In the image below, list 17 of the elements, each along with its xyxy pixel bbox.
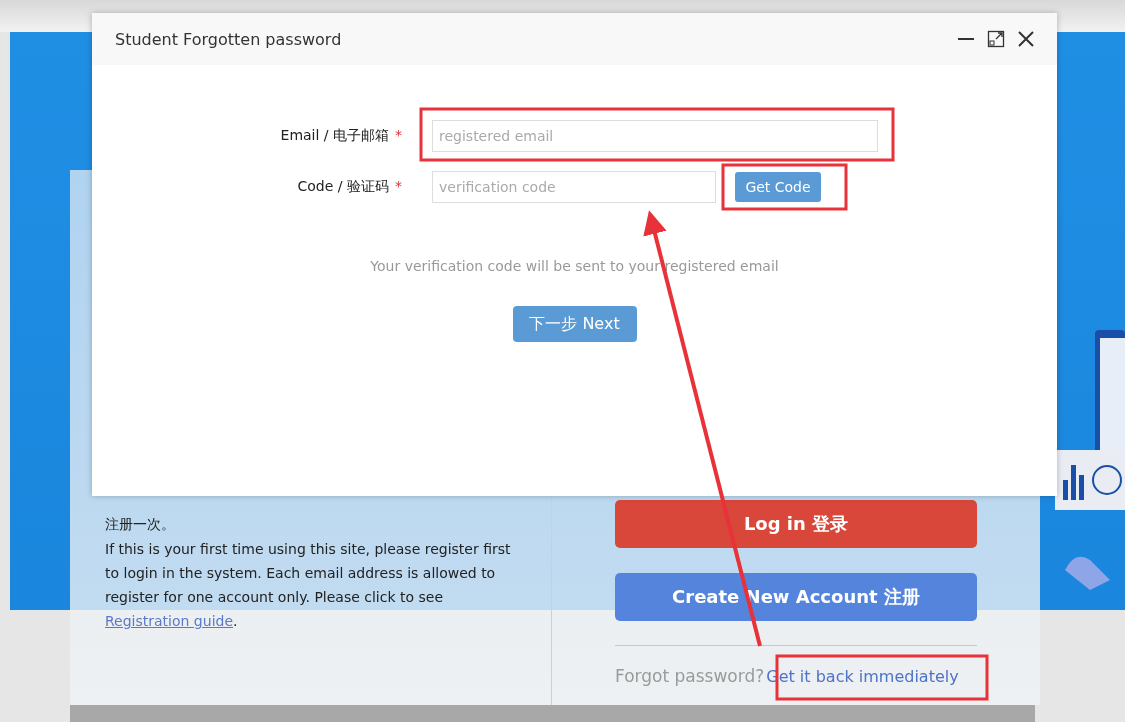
maximize-icon[interactable] — [987, 30, 1005, 48]
get-code-button[interactable]: Get Code — [735, 172, 821, 202]
text-field[interactable]: registered email — [432, 120, 878, 152]
required-mark: * — [395, 178, 402, 194]
registration-guide-link[interactable]: Registration guide — [105, 613, 234, 629]
field-label: Code / 验证码 — [297, 178, 389, 194]
close-icon[interactable] — [1017, 30, 1035, 48]
required-mark: * — [395, 127, 402, 143]
forgot-password-label: Forgot password? — [615, 666, 765, 686]
next-button[interactable]: 下一步 Next — [512, 306, 637, 342]
hint-text: Your verification code will be sent to your registered email — [369, 258, 780, 274]
dialog-title: Student Forgotten password — [115, 29, 342, 49]
field-label: Email / 电子邮箱 — [280, 127, 389, 143]
notice-text: 注册一次。 — [105, 515, 176, 534]
notice-paragraph: If this is your first time using this site, please register first to login in the system. Each email address is allowed to register for one account only. Please click to see Registration guide. — [105, 540, 512, 631]
login-button[interactable]: Log in 登录 — [615, 500, 977, 548]
text-field[interactable]: verification code — [432, 171, 716, 203]
